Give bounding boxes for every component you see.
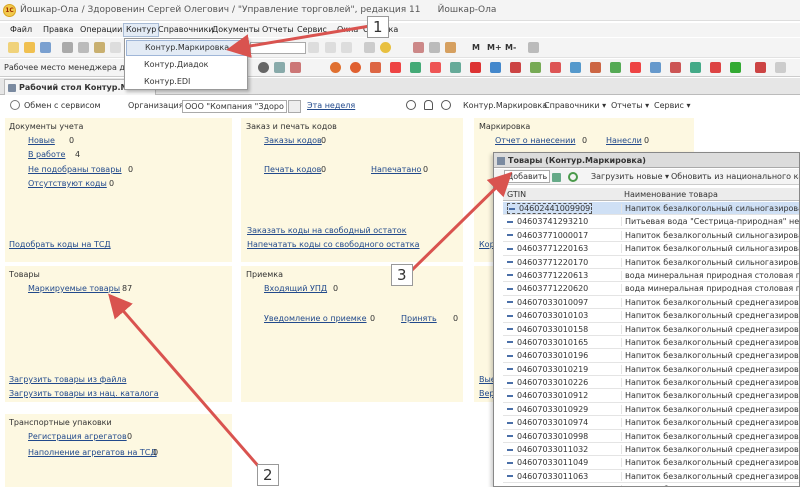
callout-1: 1 (367, 16, 389, 38)
arrow-3 (410, 171, 513, 272)
callout-2: 2 (257, 464, 279, 486)
arrow-2 (108, 293, 262, 469)
arrow-1 (226, 24, 371, 58)
callout-3: 3 (391, 264, 413, 286)
annotation-arrows (108, 24, 513, 469)
